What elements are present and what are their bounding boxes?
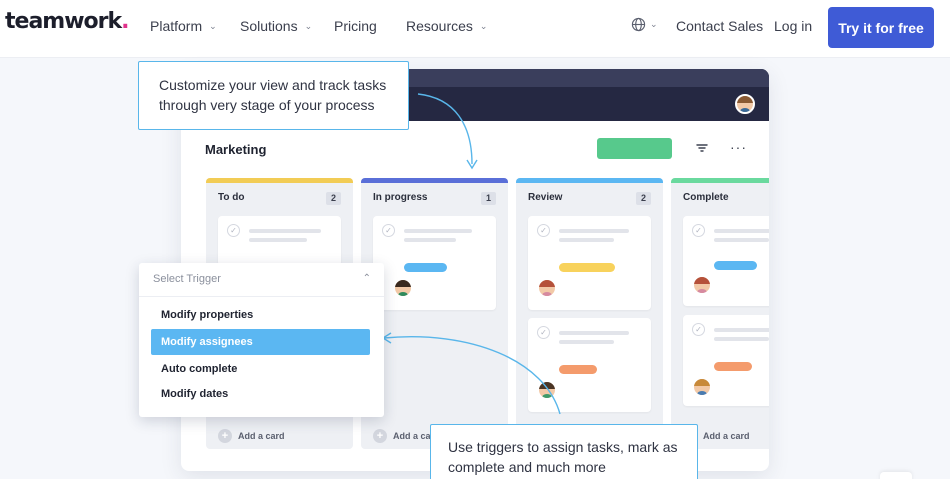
card-text-line — [249, 238, 307, 242]
column-count: 2 — [636, 192, 651, 205]
card-text-line — [714, 238, 769, 242]
card-label — [714, 261, 757, 270]
card-label — [404, 263, 447, 272]
card-text-line — [249, 229, 321, 233]
task-card[interactable]: ✓ — [528, 318, 651, 412]
trigger-placeholder: Select Trigger — [153, 273, 221, 285]
task-card[interactable]: ✓ — [683, 315, 769, 406]
card-text-line — [714, 337, 769, 341]
try-free-button[interactable]: Try it for free — [828, 7, 934, 48]
task-card[interactable]: ✓ — [683, 216, 769, 306]
trigger-select-header[interactable]: Select Trigger ⌃ — [139, 263, 384, 297]
chevron-down-icon: ⌄ — [479, 20, 488, 31]
check-icon[interactable]: ✓ — [382, 224, 395, 237]
language-selector[interactable]: ⌄ — [631, 17, 658, 32]
task-card[interactable]: ✓ — [218, 216, 341, 266]
nav-pricing[interactable]: Pricing — [334, 18, 377, 34]
board-action-button[interactable] — [597, 138, 672, 159]
column-color-bar — [361, 178, 508, 183]
column-review: Review 2 ✓ ✓ — [516, 178, 663, 449]
check-icon[interactable]: ✓ — [692, 224, 705, 237]
card-text-line — [559, 331, 629, 335]
check-icon[interactable]: ✓ — [692, 323, 705, 336]
column-title: In progress — [373, 192, 428, 203]
callout-customize-view: Customize your view and track tasks thro… — [138, 61, 409, 130]
column-title: To do — [218, 192, 245, 203]
column-count: 1 — [481, 192, 496, 205]
filter-icon[interactable] — [695, 141, 709, 155]
check-icon[interactable]: ✓ — [227, 224, 240, 237]
card-text-line — [559, 238, 614, 242]
card-text-line — [559, 229, 629, 233]
column-title: Review — [528, 192, 563, 203]
chevron-down-icon: ⌄ — [304, 20, 313, 31]
column-complete: Complete 2 ✓ ✓ +Add a card — [671, 178, 769, 449]
assignee-avatar[interactable] — [393, 278, 413, 298]
plus-icon: + — [218, 429, 232, 443]
assignee-avatar[interactable] — [537, 380, 557, 400]
nav-platform[interactable]: Platform ⌄ — [150, 18, 217, 34]
top-navigation: teamwork. Platform ⌄ Solutions ⌄ Pricing R… — [0, 0, 950, 58]
assignee-avatar[interactable] — [692, 275, 712, 295]
task-card[interactable]: ✓ — [528, 216, 651, 310]
card-text-line — [404, 238, 456, 242]
trigger-dropdown[interactable]: Select Trigger ⌃ Modify properties Modif… — [139, 263, 384, 417]
teamwork-logo[interactable]: teamwork. — [5, 9, 130, 34]
chat-widget-tab[interactable] — [880, 472, 912, 479]
card-text-line — [559, 340, 614, 344]
card-text-line — [714, 328, 769, 332]
chevron-down-icon: ⌄ — [209, 20, 217, 31]
login-link[interactable]: Log in — [774, 18, 812, 34]
more-icon[interactable]: ··· — [730, 139, 747, 155]
assignee-avatar[interactable] — [692, 377, 712, 397]
check-icon[interactable]: ✓ — [537, 326, 550, 339]
nav-solutions[interactable]: Solutions ⌄ — [240, 18, 312, 34]
column-color-bar — [206, 178, 353, 183]
card-text-line — [714, 229, 769, 233]
contact-sales-link[interactable]: Contact Sales — [676, 18, 763, 34]
add-card-button[interactable]: +Add a card — [218, 429, 285, 443]
trigger-option-modify-assignees[interactable]: Modify assignees — [151, 329, 370, 355]
task-card[interactable]: ✓ — [373, 216, 496, 310]
user-avatar[interactable] — [735, 94, 755, 114]
trigger-option-modify-dates[interactable]: Modify dates — [151, 381, 370, 407]
assignee-avatar[interactable] — [537, 278, 557, 298]
column-color-bar — [516, 178, 663, 183]
check-icon[interactable]: ✓ — [537, 224, 550, 237]
column-title: Complete — [683, 192, 729, 203]
chevron-up-icon[interactable]: ⌃ — [363, 273, 371, 284]
card-label — [559, 365, 597, 374]
globe-icon — [631, 17, 646, 32]
card-label — [714, 362, 752, 371]
card-text-line — [404, 229, 472, 233]
column-count: 2 — [326, 192, 341, 205]
plus-icon: + — [373, 429, 387, 443]
column-color-bar — [671, 178, 769, 183]
trigger-option-auto-complete[interactable]: Auto complete — [151, 356, 370, 382]
chevron-down-icon: ⌄ — [650, 19, 658, 29]
trigger-option-modify-properties[interactable]: Modify properties — [151, 302, 370, 328]
board-title: Marketing — [205, 142, 267, 157]
card-label — [559, 263, 615, 272]
nav-resources[interactable]: Resources ⌄ — [406, 18, 487, 34]
callout-use-triggers: Use triggers to assign tasks, mark as co… — [430, 424, 698, 479]
